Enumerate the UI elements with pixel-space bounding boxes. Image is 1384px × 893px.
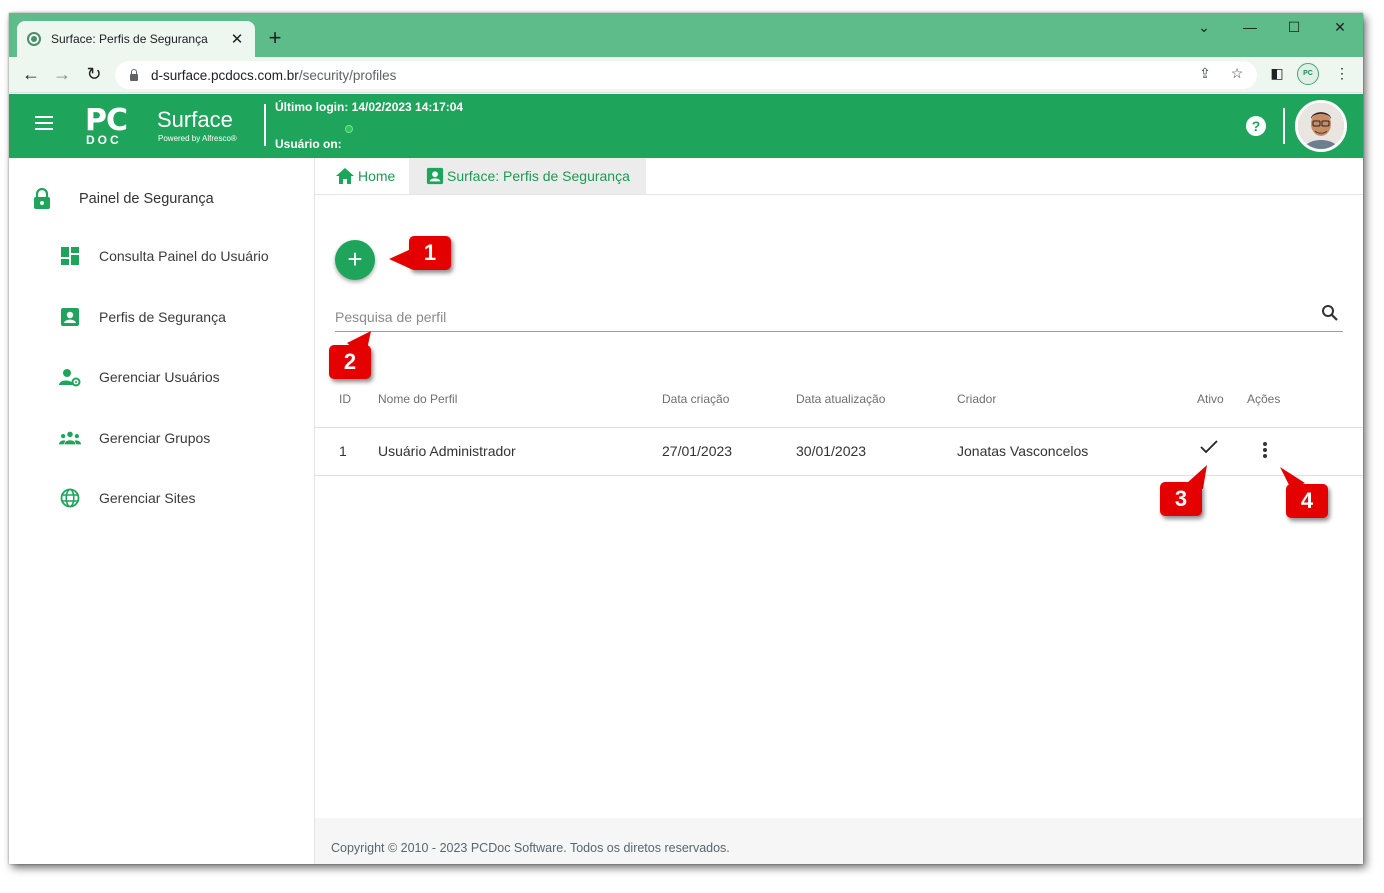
callout-4: 4 bbox=[1286, 484, 1328, 518]
browser-window: Surface: Perfis de Segurança ✕ + ⌄ — ☐ ✕… bbox=[9, 13, 1363, 864]
callout-2: 2 bbox=[329, 345, 371, 379]
callout-pointers bbox=[347, 249, 1305, 489]
callout-3: 3 bbox=[1160, 482, 1202, 516]
callout-1: 1 bbox=[409, 236, 451, 270]
